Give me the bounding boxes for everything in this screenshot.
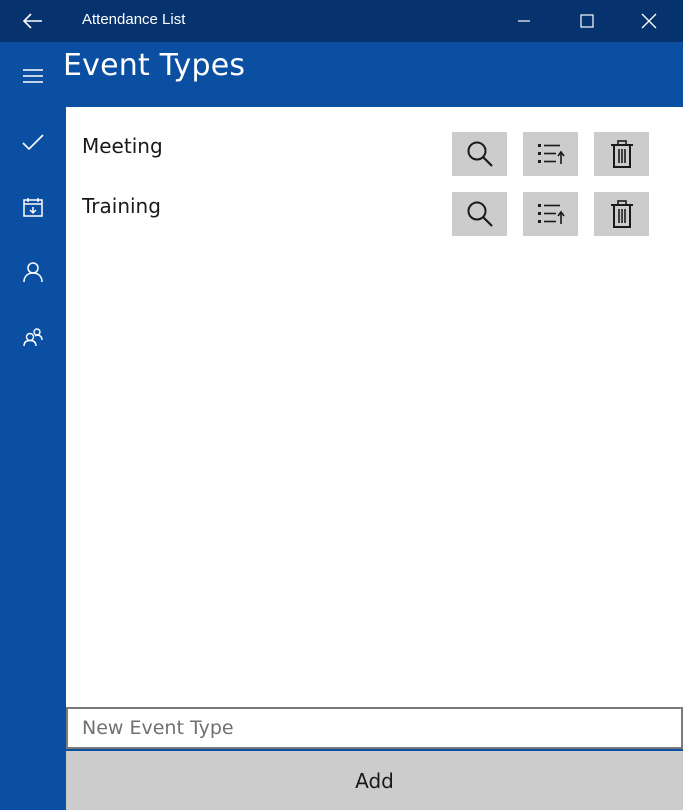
close-button[interactable] — [625, 0, 673, 42]
maximize-icon — [580, 14, 594, 28]
title-bar: Attendance List — [0, 0, 683, 42]
search-button[interactable] — [452, 132, 507, 176]
minimize-icon — [518, 20, 530, 22]
delete-button[interactable] — [594, 132, 649, 176]
back-button[interactable] — [0, 0, 66, 42]
back-arrow-icon — [23, 13, 42, 29]
minimize-button[interactable] — [500, 0, 548, 42]
event-type-list: Meeting Training — [66, 107, 683, 707]
trash-icon — [610, 140, 633, 168]
trash-icon — [610, 200, 633, 228]
search-icon — [467, 201, 493, 227]
list-item: Meeting — [66, 132, 683, 180]
list-item: Training — [66, 192, 683, 240]
add-button[interactable]: Add — [66, 751, 683, 810]
hamburger-menu-button[interactable] — [0, 48, 66, 104]
search-button[interactable] — [452, 192, 507, 236]
people-icon — [23, 328, 43, 347]
nav-item-people[interactable] — [0, 309, 66, 365]
new-event-type-field — [66, 707, 683, 749]
nav-item-person[interactable] — [0, 244, 66, 300]
delete-button[interactable] — [594, 192, 649, 236]
app-title: Attendance List — [82, 11, 186, 28]
sort-list-icon — [537, 144, 565, 164]
event-type-label: Meeting — [82, 134, 163, 158]
person-icon — [23, 262, 43, 283]
new-event-type-input[interactable] — [68, 709, 681, 747]
sort-list-icon — [537, 204, 565, 224]
nav-rail — [0, 42, 66, 810]
search-icon — [467, 141, 493, 167]
hamburger-menu-icon — [23, 69, 43, 83]
sort-list-button[interactable] — [523, 132, 578, 176]
nav-item-attendance[interactable] — [0, 114, 66, 170]
maximize-button[interactable] — [563, 0, 611, 42]
close-icon — [641, 13, 657, 29]
checkmark-icon — [22, 134, 44, 151]
event-type-label: Training — [82, 194, 161, 218]
sort-list-button[interactable] — [523, 192, 578, 236]
page-title: Event Types — [63, 48, 246, 83]
nav-item-events[interactable] — [0, 179, 66, 235]
calendar-icon — [23, 198, 43, 217]
